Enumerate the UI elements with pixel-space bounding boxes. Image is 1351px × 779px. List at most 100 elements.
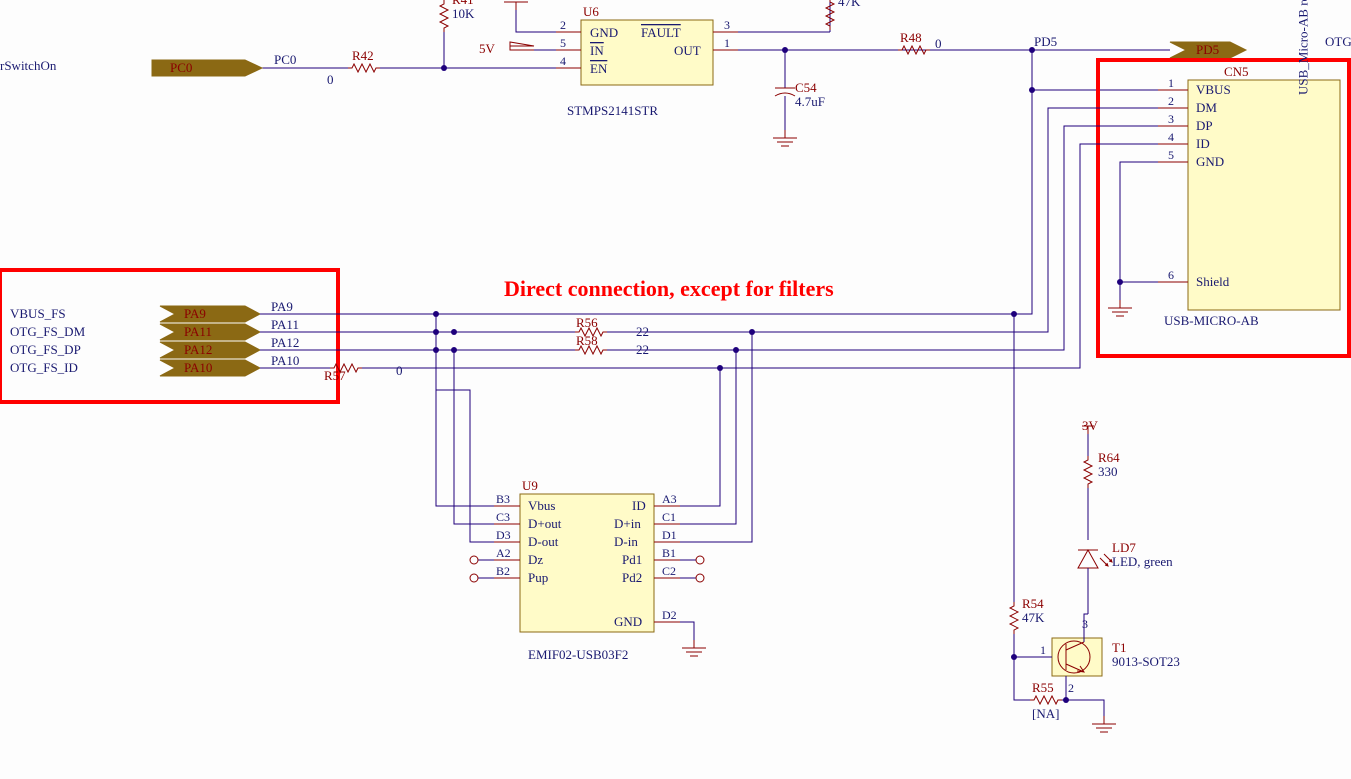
svg-text:B1: B1 <box>662 546 676 560</box>
svg-text:47K: 47K <box>1022 610 1045 625</box>
u6-pin3: 3 <box>724 18 730 32</box>
svg-text:[NA]: [NA] <box>1032 706 1059 721</box>
annotation-text: Direct connection, except for filters <box>504 276 834 301</box>
svg-text:4: 4 <box>1168 130 1174 144</box>
svg-text:330: 330 <box>1098 464 1118 479</box>
svg-text:PA10: PA10 <box>271 353 299 368</box>
otg-right-label: OTG_ <box>1325 34 1351 49</box>
svg-text:VBUS: VBUS <box>1196 82 1231 97</box>
u6-des: U6 <box>583 4 599 19</box>
schematic-canvas: U6 STMPS2141STR 2 5 4 GND IN EN 3 1 FAUL… <box>0 0 1351 779</box>
svg-text:EN: EN <box>590 61 608 76</box>
u6-val: STMPS2141STR <box>567 103 658 118</box>
r47k-val: 47K <box>838 0 861 9</box>
u6-pin5: 5 <box>560 36 566 50</box>
svg-text:A2: A2 <box>496 546 511 560</box>
powerswitch-label: rSwitchOn <box>0 58 57 73</box>
svg-text:PA12: PA12 <box>271 335 299 350</box>
svg-text:B2: B2 <box>496 564 510 578</box>
svg-text:PA9: PA9 <box>184 306 206 321</box>
t1-body <box>1052 638 1102 676</box>
svg-text:PD5: PD5 <box>1196 42 1219 57</box>
svg-text:2: 2 <box>1068 681 1074 695</box>
svg-text:VBUS_FS: VBUS_FS <box>10 306 66 321</box>
svg-text:PA10: PA10 <box>184 360 212 375</box>
svg-text:D3: D3 <box>496 528 511 542</box>
svg-text:USB_Micro-AB receptacle: USB_Micro-AB receptacle <box>1296 0 1311 95</box>
svg-text:PA11: PA11 <box>184 324 212 339</box>
svg-text:CN5: CN5 <box>1224 64 1249 79</box>
svg-text:A3: A3 <box>662 492 677 506</box>
svg-text:D+out: D+out <box>528 516 562 531</box>
svg-text:OUT: OUT <box>674 43 701 58</box>
svg-text:D1: D1 <box>662 528 677 542</box>
svg-text:Dz: Dz <box>528 552 543 567</box>
pc0-netlabel <box>152 60 262 76</box>
u6-pin4: 4 <box>560 54 566 68</box>
svg-text:FAULT: FAULT <box>641 25 681 40</box>
pd5-label: PD5 <box>1034 34 1057 49</box>
svg-text:R54: R54 <box>1022 596 1044 611</box>
svg-text:GND: GND <box>1196 154 1224 169</box>
svg-text:0: 0 <box>396 363 403 378</box>
u6-pin2: 2 <box>560 18 566 32</box>
svg-text:LD7: LD7 <box>1112 540 1136 555</box>
svg-text:R56: R56 <box>576 315 598 330</box>
svg-text:Vbus: Vbus <box>528 498 555 513</box>
svg-text:LED, green: LED, green <box>1112 554 1173 569</box>
svg-text:B3: B3 <box>496 492 510 506</box>
svg-text:Pd1: Pd1 <box>622 552 642 567</box>
svg-text:3: 3 <box>1082 617 1088 631</box>
svg-text:3: 3 <box>1168 112 1174 126</box>
c54-des: C54 <box>795 80 817 95</box>
svg-text:PC0: PC0 <box>274 52 296 67</box>
r48-des: R48 <box>900 30 922 45</box>
svg-text:U9: U9 <box>522 478 538 493</box>
svg-text:OTG_FS_ID: OTG_FS_ID <box>10 360 78 375</box>
svg-text:GND: GND <box>614 614 642 629</box>
svg-text:D2: D2 <box>662 608 677 622</box>
svg-text:PA9: PA9 <box>271 299 293 314</box>
svg-text:DM: DM <box>1196 100 1217 115</box>
r42-des: R42 <box>352 48 374 63</box>
c54-val: 4.7uF <box>795 94 825 109</box>
svg-text:22: 22 <box>636 342 649 357</box>
svg-text:R57: R57 <box>324 368 346 383</box>
svg-text:R55: R55 <box>1032 680 1054 695</box>
svg-text:OTG_FS_DP: OTG_FS_DP <box>10 342 81 357</box>
svg-text:R64: R64 <box>1098 450 1120 465</box>
led-ld7 <box>1078 550 1112 568</box>
svg-text:DP: DP <box>1196 118 1213 133</box>
svg-text:2: 2 <box>1168 94 1174 108</box>
svg-text:OTG_FS_DM: OTG_FS_DM <box>10 324 86 339</box>
svg-text:EMIF02-USB03F2: EMIF02-USB03F2 <box>528 647 628 662</box>
svg-text:R58: R58 <box>576 333 598 348</box>
svg-text:C1: C1 <box>662 510 676 524</box>
svg-text:PC0: PC0 <box>170 60 192 75</box>
svg-text:1: 1 <box>1168 76 1174 90</box>
vcc-5v: 5V <box>479 41 496 56</box>
r48-val: 0 <box>935 36 942 51</box>
svg-text:Shield: Shield <box>1196 274 1230 289</box>
svg-text:IN: IN <box>590 43 604 58</box>
svg-text:1: 1 <box>1040 643 1046 657</box>
svg-text:D+in: D+in <box>614 516 641 531</box>
svg-text:T1: T1 <box>1112 640 1126 655</box>
svg-text:PA12: PA12 <box>184 342 212 357</box>
r42-val: 0 <box>327 72 334 87</box>
svg-text:GND: GND <box>590 25 618 40</box>
svg-text:PA11: PA11 <box>271 317 299 332</box>
svg-text:D-out: D-out <box>528 534 559 549</box>
svg-text:D-in: D-in <box>614 534 638 549</box>
u6-pin1: 1 <box>724 36 730 50</box>
svg-text:ID: ID <box>1196 136 1210 151</box>
svg-text:Pup: Pup <box>528 570 548 585</box>
svg-text:22: 22 <box>636 324 649 339</box>
svg-text:5: 5 <box>1168 148 1174 162</box>
svg-text:9013-SOT23: 9013-SOT23 <box>1112 654 1180 669</box>
svg-text:Pd2: Pd2 <box>622 570 642 585</box>
r41-val: 10K <box>452 6 475 21</box>
svg-text:6: 6 <box>1168 268 1174 282</box>
svg-text:C3: C3 <box>496 510 510 524</box>
svg-text:USB-MICRO-AB: USB-MICRO-AB <box>1164 313 1259 328</box>
